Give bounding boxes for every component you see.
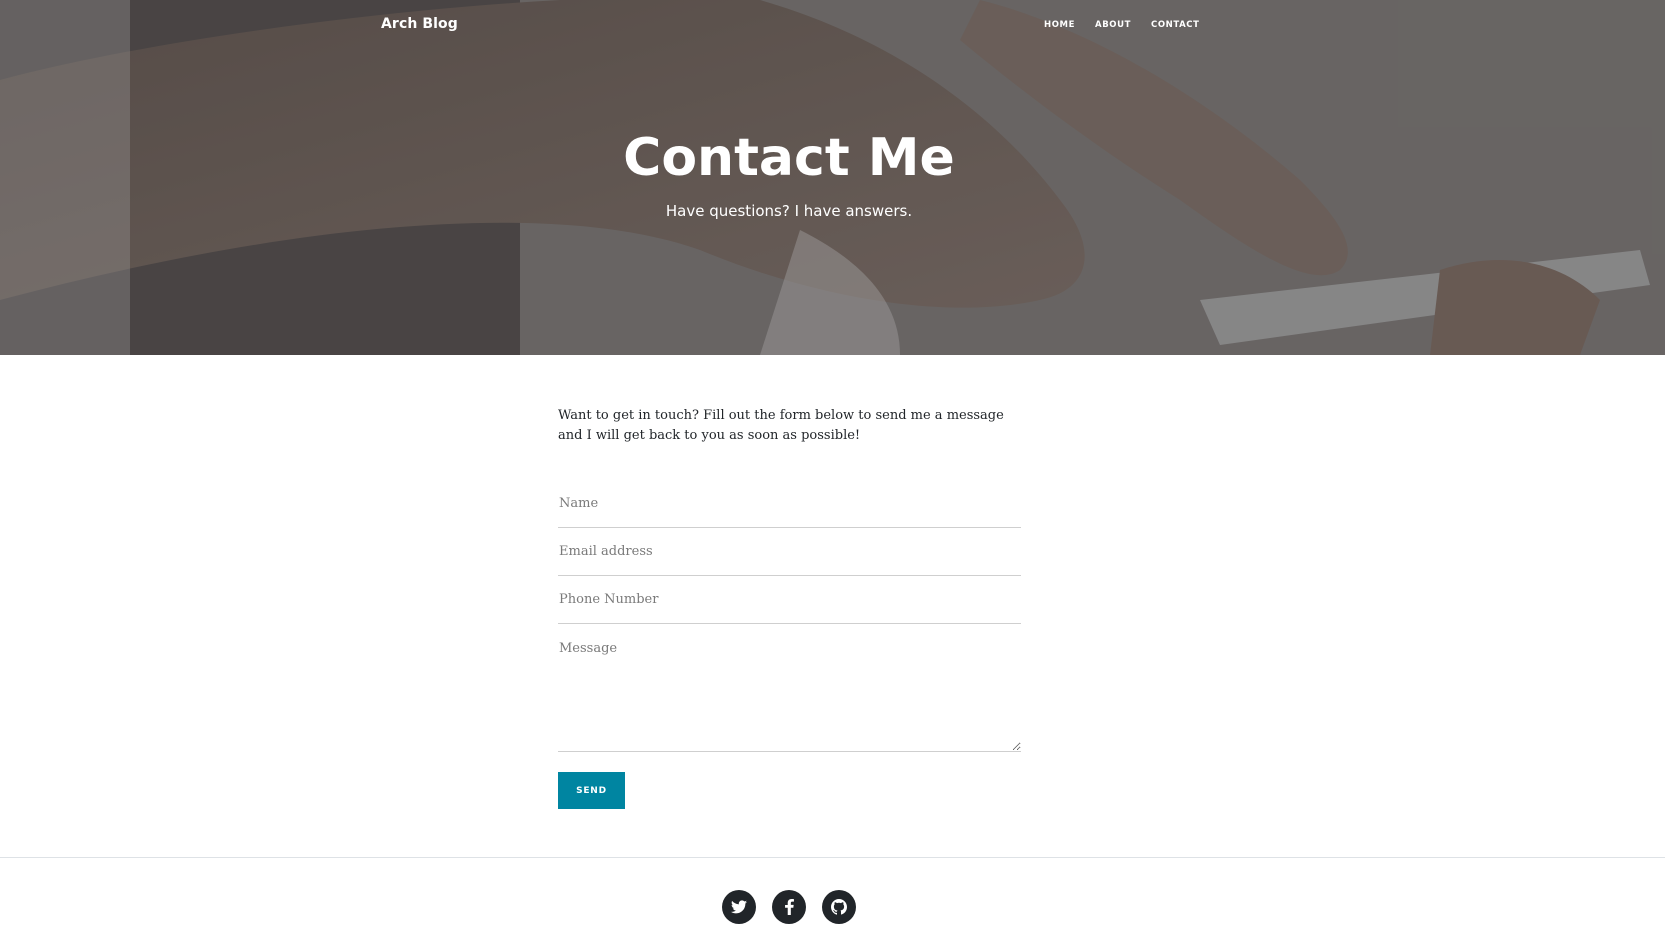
footer-divider	[0, 857, 1665, 858]
page-header-hero: Arch Blog HOME ABOUT CONTACT Contact Me …	[0, 0, 1665, 355]
nav-link-contact[interactable]: CONTACT	[1151, 20, 1200, 30]
page-subtitle: Have questions? I have answers.	[665, 202, 913, 220]
social-links	[722, 890, 856, 924]
message-textarea[interactable]	[558, 624, 1021, 752]
navbar-brand[interactable]: Arch Blog	[381, 16, 458, 32]
github-icon	[831, 899, 847, 915]
facebook-link[interactable]	[772, 890, 806, 924]
main-nav: HOME ABOUT CONTACT	[1044, 20, 1200, 30]
facebook-icon	[784, 899, 794, 915]
phone-input[interactable]	[558, 576, 1021, 624]
nav-link-home[interactable]: HOME	[1044, 20, 1075, 30]
contact-intro-text: Want to get in touch? Fill out the form …	[558, 408, 1004, 443]
email-input[interactable]	[558, 528, 1021, 576]
nav-link-about[interactable]: ABOUT	[1095, 20, 1131, 30]
github-link[interactable]	[822, 890, 856, 924]
name-input[interactable]	[558, 480, 1021, 528]
send-button[interactable]: SEND	[558, 772, 625, 809]
page-title: Contact Me	[623, 128, 955, 188]
twitter-icon	[731, 900, 747, 914]
twitter-link[interactable]	[722, 890, 756, 924]
